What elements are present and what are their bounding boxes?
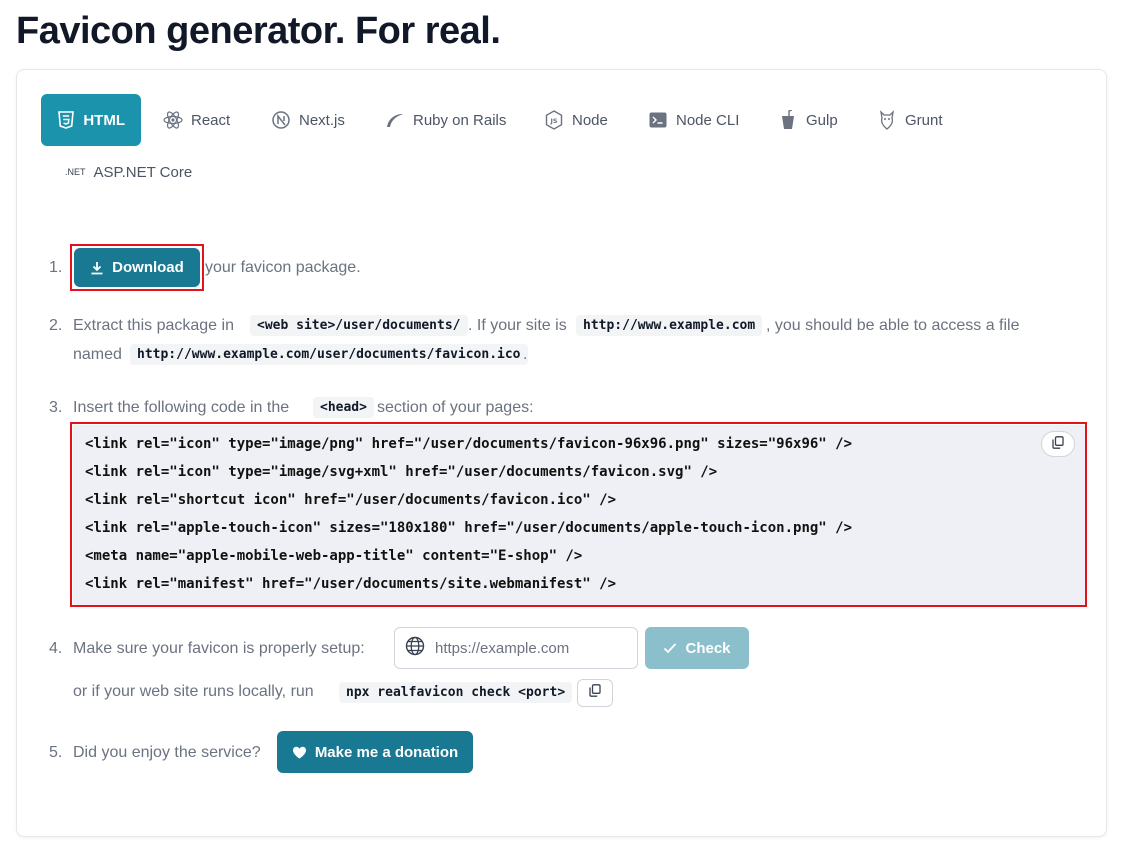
step2-text-e: .: [523, 346, 528, 363]
step5-text: Did you enjoy the service?: [73, 744, 261, 761]
page-title: Favicon generator. For real.: [16, 10, 501, 52]
instructions-card: HTML React Next.js Ruby on Rails JS Node: [16, 69, 1107, 837]
step2-text-b: . If your site is: [468, 317, 567, 334]
url-input-wrapper[interactable]: [394, 627, 638, 669]
step3-text-b: section of your pages:: [377, 399, 534, 416]
gulp-icon: [778, 110, 798, 130]
step2-text-a: Extract this package in: [73, 317, 234, 334]
nodejs-icon: JS: [544, 110, 564, 130]
code-highlight: [70, 422, 1087, 607]
tab-label: Node: [572, 111, 608, 129]
step2-text-d: named: [73, 346, 122, 363]
tab-label: React: [191, 111, 231, 129]
copy-command-button[interactable]: [577, 679, 613, 707]
tab-grunt[interactable]: Grunt: [877, 94, 943, 146]
tab-node-cli[interactable]: Node CLI: [648, 94, 739, 146]
dotnet-icon: .NET: [65, 167, 86, 177]
step4-text: Make sure your favicon is properly setup…: [73, 640, 365, 657]
checkmark-icon: [663, 642, 677, 654]
check-label: Check: [685, 639, 731, 657]
heart-icon: [292, 746, 307, 759]
step4-text-local: or if your web site runs locally, run: [73, 683, 314, 700]
grunt-icon: [877, 110, 897, 130]
tab-react[interactable]: React: [163, 94, 230, 146]
url-input[interactable]: [435, 639, 615, 657]
inline-code: <head>: [313, 397, 374, 418]
donation-button[interactable]: Make me a donation: [277, 731, 473, 773]
step3-text-a: Insert the following code in the: [73, 399, 290, 416]
tab-html[interactable]: HTML: [41, 94, 141, 146]
terminal-icon: [648, 110, 668, 130]
tab-label: Node CLI: [676, 111, 740, 129]
globe-icon: [405, 636, 425, 661]
download-button[interactable]: Download: [74, 248, 200, 287]
step-number: 3.: [49, 399, 63, 416]
tab-label: Ruby on Rails: [413, 111, 507, 129]
download-label: Download: [112, 259, 184, 276]
rails-icon: [385, 110, 405, 130]
step1-text: your favicon package.: [205, 259, 361, 276]
tab-aspnet[interactable]: .NET ASP.NET Core: [65, 146, 192, 198]
inline-code: http://www.example.com: [576, 315, 763, 336]
tab-label: Gulp: [806, 111, 838, 129]
tab-gulp[interactable]: Gulp: [778, 94, 838, 146]
step2-text-c: , you should be able to access a file: [766, 317, 1020, 334]
tab-nextjs[interactable]: Next.js: [271, 94, 345, 146]
html5-icon: [57, 110, 75, 130]
inline-code: http://www.example.com/user/documents/fa…: [130, 344, 528, 365]
tab-rails[interactable]: Ruby on Rails: [385, 94, 506, 146]
step-number: 4.: [49, 640, 63, 657]
tab-label: ASP.NET Core: [93, 163, 193, 181]
react-icon: [163, 110, 183, 130]
step-number: 2.: [49, 317, 63, 334]
inline-code: <web site>/user/documents/: [250, 315, 468, 336]
svg-text:JS: JS: [549, 117, 557, 125]
tab-label: Next.js: [299, 111, 345, 129]
tab-label: Grunt: [905, 111, 943, 129]
step-number: 1.: [49, 259, 63, 276]
download-icon: [90, 261, 104, 275]
tab-node[interactable]: JS Node: [544, 94, 608, 146]
tab-label: HTML: [83, 111, 125, 129]
step-number: 5.: [49, 744, 63, 761]
donation-label: Make me a donation: [314, 743, 459, 761]
check-button[interactable]: Check: [645, 627, 749, 669]
nextjs-icon: [271, 110, 291, 130]
copy-icon: [589, 684, 601, 702]
inline-code: npx realfavicon check <port>: [339, 682, 573, 703]
